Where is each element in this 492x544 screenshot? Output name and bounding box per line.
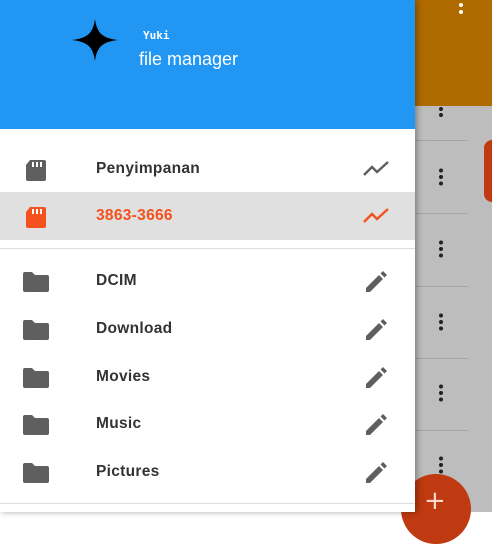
pencil-icon[interactable] xyxy=(362,460,390,484)
drawer-divider xyxy=(0,248,415,249)
navigation-drawer: Yuki file manager Penyimpanan 3863-3666 xyxy=(0,0,415,512)
folder-item-dcim[interactable]: DCIM xyxy=(0,257,415,305)
storage-item-3863-3666[interactable]: 3863-3666 xyxy=(0,192,415,240)
background-scroll-accent xyxy=(484,140,492,202)
folder-item-movies[interactable]: Movies xyxy=(0,353,415,401)
sd-card-icon xyxy=(26,207,46,228)
storage-item-penyimpanan[interactable]: Penyimpanan xyxy=(0,145,415,193)
folder-item-label: Movies xyxy=(96,368,151,385)
more-vert-icon[interactable] xyxy=(437,313,445,331)
folder-item-label: DCIM xyxy=(96,272,137,289)
more-vert-icon[interactable] xyxy=(437,100,445,118)
trending-chart-icon[interactable] xyxy=(362,204,390,228)
background-divider xyxy=(416,286,468,287)
sd-card-icon xyxy=(26,160,46,181)
storage-item-label: Penyimpanan xyxy=(96,160,201,177)
pencil-icon[interactable] xyxy=(362,269,390,293)
folder-icon xyxy=(23,272,49,292)
background-divider xyxy=(416,358,468,359)
app-subtitle: Yuki xyxy=(143,29,170,42)
folder-icon xyxy=(23,368,49,388)
more-vert-icon[interactable] xyxy=(437,240,445,258)
folder-item-label: Music xyxy=(96,415,142,432)
folder-icon xyxy=(23,463,49,483)
folder-item-music[interactable]: Music xyxy=(0,400,415,448)
app-title: file manager xyxy=(139,49,239,69)
background-divider xyxy=(416,140,468,141)
four-point-star-icon xyxy=(72,19,118,61)
plus-icon: + xyxy=(424,486,446,516)
more-vert-icon[interactable] xyxy=(437,384,445,402)
more-vert-icon[interactable] xyxy=(437,168,445,186)
folder-icon xyxy=(23,415,49,435)
pencil-icon[interactable] xyxy=(362,365,390,389)
folder-item-download[interactable]: Download xyxy=(0,305,415,353)
folder-item-label: Download xyxy=(96,320,173,337)
pencil-icon[interactable] xyxy=(362,412,390,436)
drawer-divider xyxy=(0,503,415,504)
background-divider xyxy=(416,213,468,214)
folder-item-label: Pictures xyxy=(96,463,160,480)
folder-icon xyxy=(23,320,49,340)
drawer-header: Yuki file manager xyxy=(0,0,415,129)
more-vert-icon[interactable] xyxy=(456,2,466,18)
folder-item-pictures[interactable]: Pictures xyxy=(0,448,415,496)
storage-item-label: 3863-3666 xyxy=(96,207,173,224)
background-divider xyxy=(416,430,468,431)
trending-chart-icon[interactable] xyxy=(362,157,390,181)
more-vert-icon[interactable] xyxy=(437,456,445,474)
pencil-icon[interactable] xyxy=(362,317,390,341)
